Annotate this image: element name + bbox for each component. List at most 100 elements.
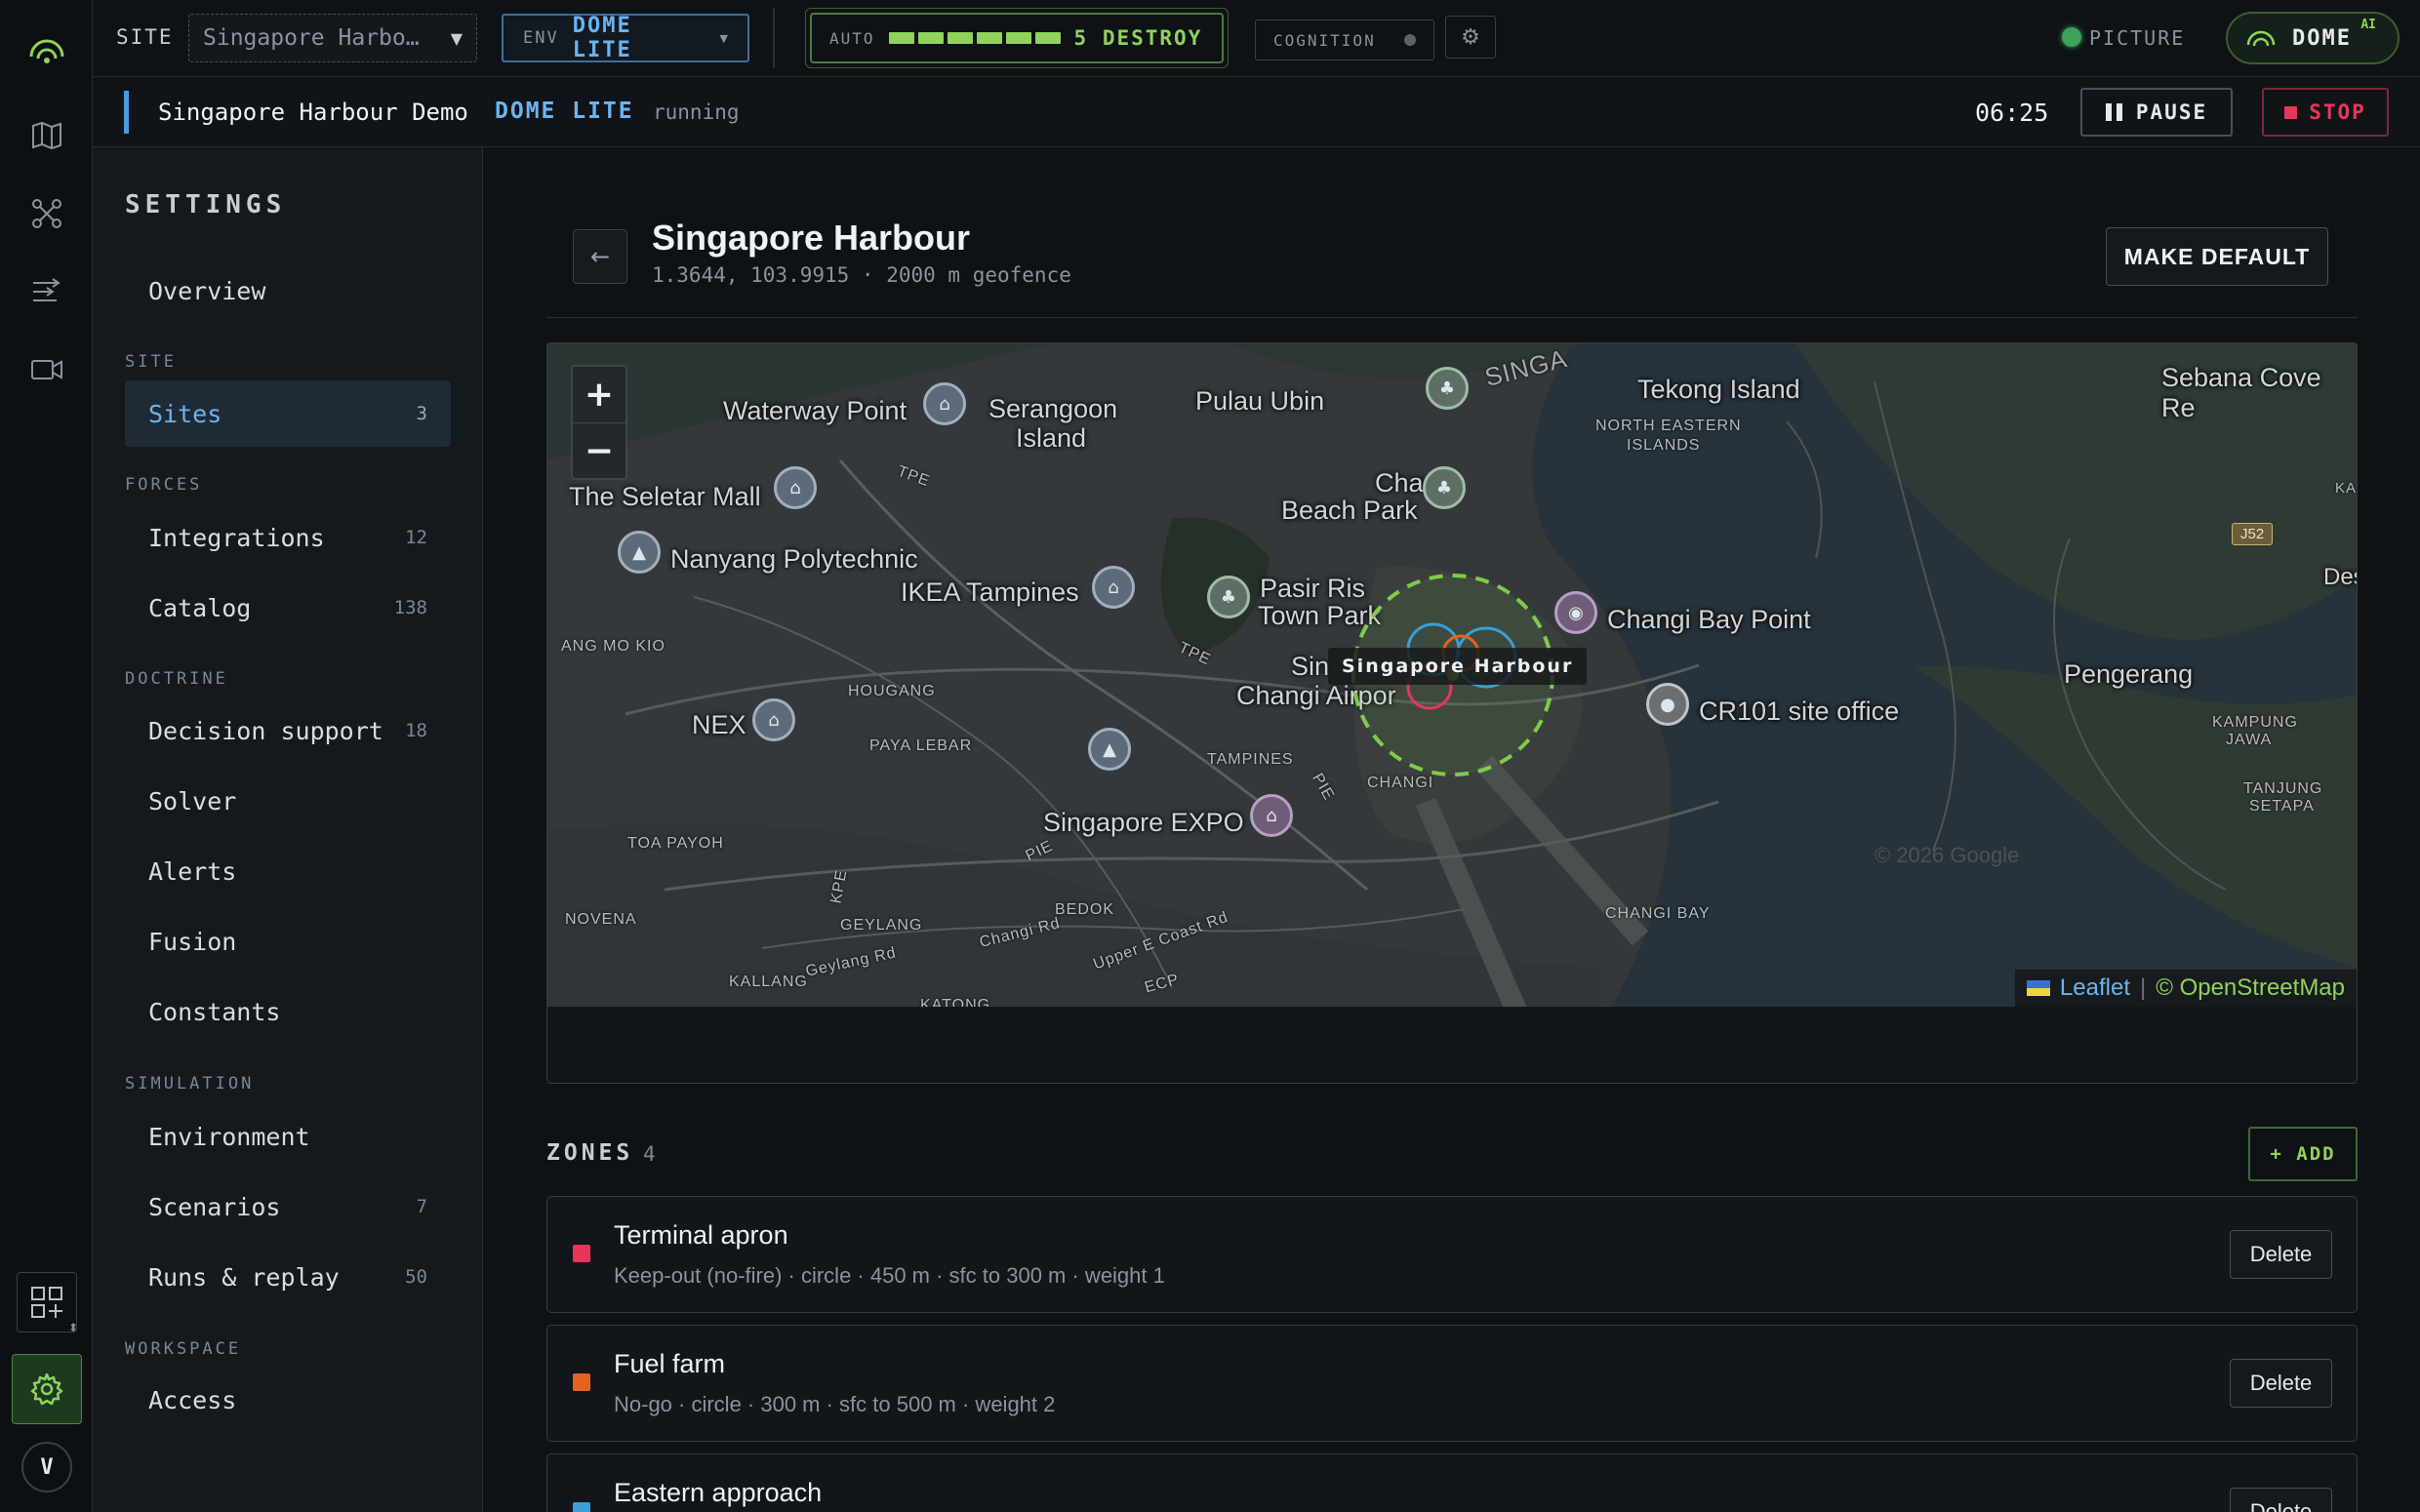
zone-row[interactable]: Terminal apron Keep-out (no-fire) · circ… (546, 1196, 2358, 1313)
map-label: HOUGANG (848, 683, 936, 699)
tree-pin-icon[interactable]: ♣ (1207, 576, 1250, 618)
tree-pin-icon[interactable]: ♣ (1426, 367, 1469, 410)
zone-color-swatch (573, 1502, 590, 1512)
zone-row[interactable]: Fuel farm No-go · circle · 300 m · sfc t… (546, 1325, 2358, 1442)
sidebar-item-scenarios[interactable]: Scenarios 7 (125, 1174, 451, 1240)
tree-pin-icon[interactable]: ♣ (1423, 466, 1466, 509)
map-label: KATONG (920, 997, 991, 1007)
autonomy-level-bar (888, 32, 1061, 44)
school-pin-icon[interactable]: ▲ (618, 531, 661, 574)
sidebar-item-overview[interactable]: Overview (125, 258, 451, 324)
user-avatar[interactable]: V (21, 1442, 72, 1492)
env-select[interactable]: ENV DOME LITE ▼ (502, 14, 749, 62)
sidebar-item-label: Runs & replay (148, 1262, 340, 1292)
lock-pin-icon[interactable]: ⌂ (923, 382, 966, 425)
zoom-out-button[interactable]: − (573, 423, 625, 478)
gear-icon[interactable]: ⚙ (1445, 16, 1496, 59)
delete-zone-button[interactable]: Delete (2230, 1488, 2332, 1512)
sidebar-item-sites[interactable]: Sites 3 (125, 380, 451, 447)
map-icon[interactable] (26, 115, 67, 156)
map-label: Nanyang Polytechnic (670, 544, 918, 574)
sidebar-item-access[interactable]: Access (125, 1367, 451, 1433)
zone-color-swatch (573, 1245, 590, 1262)
sidebar-item-integrations[interactable]: Integrations 12 (125, 504, 451, 571)
section-forces: FORCES (125, 475, 203, 495)
flag-icon (2026, 980, 2050, 996)
picture-label[interactable]: PICTURE (2089, 26, 2185, 50)
map-panel: Waterway Point Serangoon Island Pulau Ub… (546, 342, 2358, 1084)
make-default-button[interactable]: MAKE DEFAULT (2106, 227, 2328, 286)
map-attribution: Leaflet | © OpenStreetMap (2014, 970, 2357, 1007)
osm-link[interactable]: © OpenStreetMap (2156, 975, 2345, 1002)
map-label: ISLANDS (1627, 437, 1701, 454)
pause-button[interactable]: PAUSE (2080, 88, 2233, 137)
brand-sup: AI (2360, 18, 2376, 32)
office-pin-icon[interactable]: ● (1646, 683, 1689, 726)
sidebar-item-constants[interactable]: Constants (125, 978, 451, 1045)
expand-chevron-icon[interactable]: ⬍ (68, 1321, 78, 1334)
divider (773, 8, 775, 68)
sidebar-item-runs-replay[interactable]: Runs & replay 50 (125, 1244, 451, 1310)
cognition-toggle[interactable]: COGNITION (1255, 20, 1434, 60)
env-label: ENV (523, 28, 559, 48)
map-label: Sin (1291, 652, 1330, 681)
map-label: Beach Park (1281, 496, 1418, 525)
attribution-separator: | (2139, 975, 2147, 1001)
stop-button[interactable]: STOP (2262, 88, 2389, 137)
logo-icon[interactable] (26, 31, 67, 72)
zoom-control: + − (571, 365, 627, 480)
sidebar-item-label: Decision support (148, 716, 383, 745)
lock-pin-icon[interactable]: ⌂ (752, 698, 795, 741)
delete-zone-button[interactable]: Delete (2230, 1230, 2332, 1279)
zone-row[interactable]: Eastern approach Delete (546, 1453, 2358, 1512)
site-select[interactable]: Singapore Harbo… ▼ (188, 14, 477, 62)
site-label: SITE (116, 25, 174, 49)
pause-icon (2105, 103, 2122, 121)
leaflet-link[interactable]: Leaflet (2060, 975, 2130, 1002)
run-clock: 06:25 (1975, 99, 2049, 127)
map-canvas[interactable]: Waterway Point Serangoon Island Pulau Ub… (547, 343, 2357, 1007)
map-label: ANG MO KIO (561, 638, 666, 655)
zoom-in-button[interactable]: + (573, 367, 625, 423)
map-label: The Seletar Mall (569, 482, 761, 511)
icon-rail: ⬍ V (0, 0, 93, 1512)
zone-name: Fuel farm (614, 1349, 726, 1378)
dome-ai-button[interactable]: DOME AI (2226, 12, 2400, 64)
sidebar-item-catalog[interactable]: Catalog 138 (125, 575, 451, 641)
lock-pin-icon[interactable]: ⌂ (1250, 794, 1293, 837)
picture-status-dot (2062, 27, 2081, 47)
lock-pin-icon[interactable]: ⌂ (774, 466, 817, 509)
autonomy-control[interactable]: AUTO 5 DESTROY (805, 8, 1229, 68)
map-label: NEX (692, 710, 746, 739)
sidebar-item-label: Constants (148, 997, 281, 1026)
run-bar: Singapore Harbour Demo DOME LITE running… (93, 77, 2420, 147)
add-zone-button[interactable]: + ADD (2248, 1127, 2358, 1181)
flow-icon[interactable] (26, 271, 67, 312)
sidebar-item-label: Integrations (148, 523, 325, 552)
page-title: Singapore Harbour (652, 218, 971, 258)
sidebar-item-count: 138 (393, 597, 427, 618)
lock-pin-icon[interactable]: ⌂ (1092, 566, 1135, 609)
sidebar-item-count: 12 (405, 527, 427, 548)
sidebar-item-environment[interactable]: Environment (125, 1103, 451, 1170)
school-pin-icon[interactable]: ▲ (1088, 728, 1131, 771)
map-label: NOVENA (565, 911, 637, 928)
sidebar-item-alerts[interactable]: Alerts (125, 838, 451, 904)
back-arrow-icon[interactable]: ← (573, 229, 627, 284)
pause-label: PAUSE (2135, 100, 2208, 124)
camera-icon[interactable] (26, 349, 67, 390)
sidebar-item-solver[interactable]: Solver (125, 768, 451, 834)
chevron-down-icon: ▼ (450, 28, 463, 48)
sidebar-item-fusion[interactable]: Fusion (125, 908, 451, 975)
settings-gear-icon[interactable] (12, 1354, 82, 1424)
delete-zone-button[interactable]: Delete (2230, 1359, 2332, 1408)
network-icon[interactable] (26, 193, 67, 234)
sidebar-item-decision-support[interactable]: Decision support 18 (125, 697, 451, 764)
sidebar-item-label: Catalog (148, 593, 252, 622)
sidebar-item-count: 50 (405, 1266, 427, 1288)
run-status: running (653, 100, 740, 124)
map-label: NORTH EASTERN (1595, 418, 1742, 434)
top-bar: SITE Singapore Harbo… ▼ ENV DOME LITE ▼ … (93, 0, 2420, 77)
sidebar-item-count: 7 (416, 1196, 427, 1217)
map-label: Tekong Island (1637, 375, 1800, 404)
